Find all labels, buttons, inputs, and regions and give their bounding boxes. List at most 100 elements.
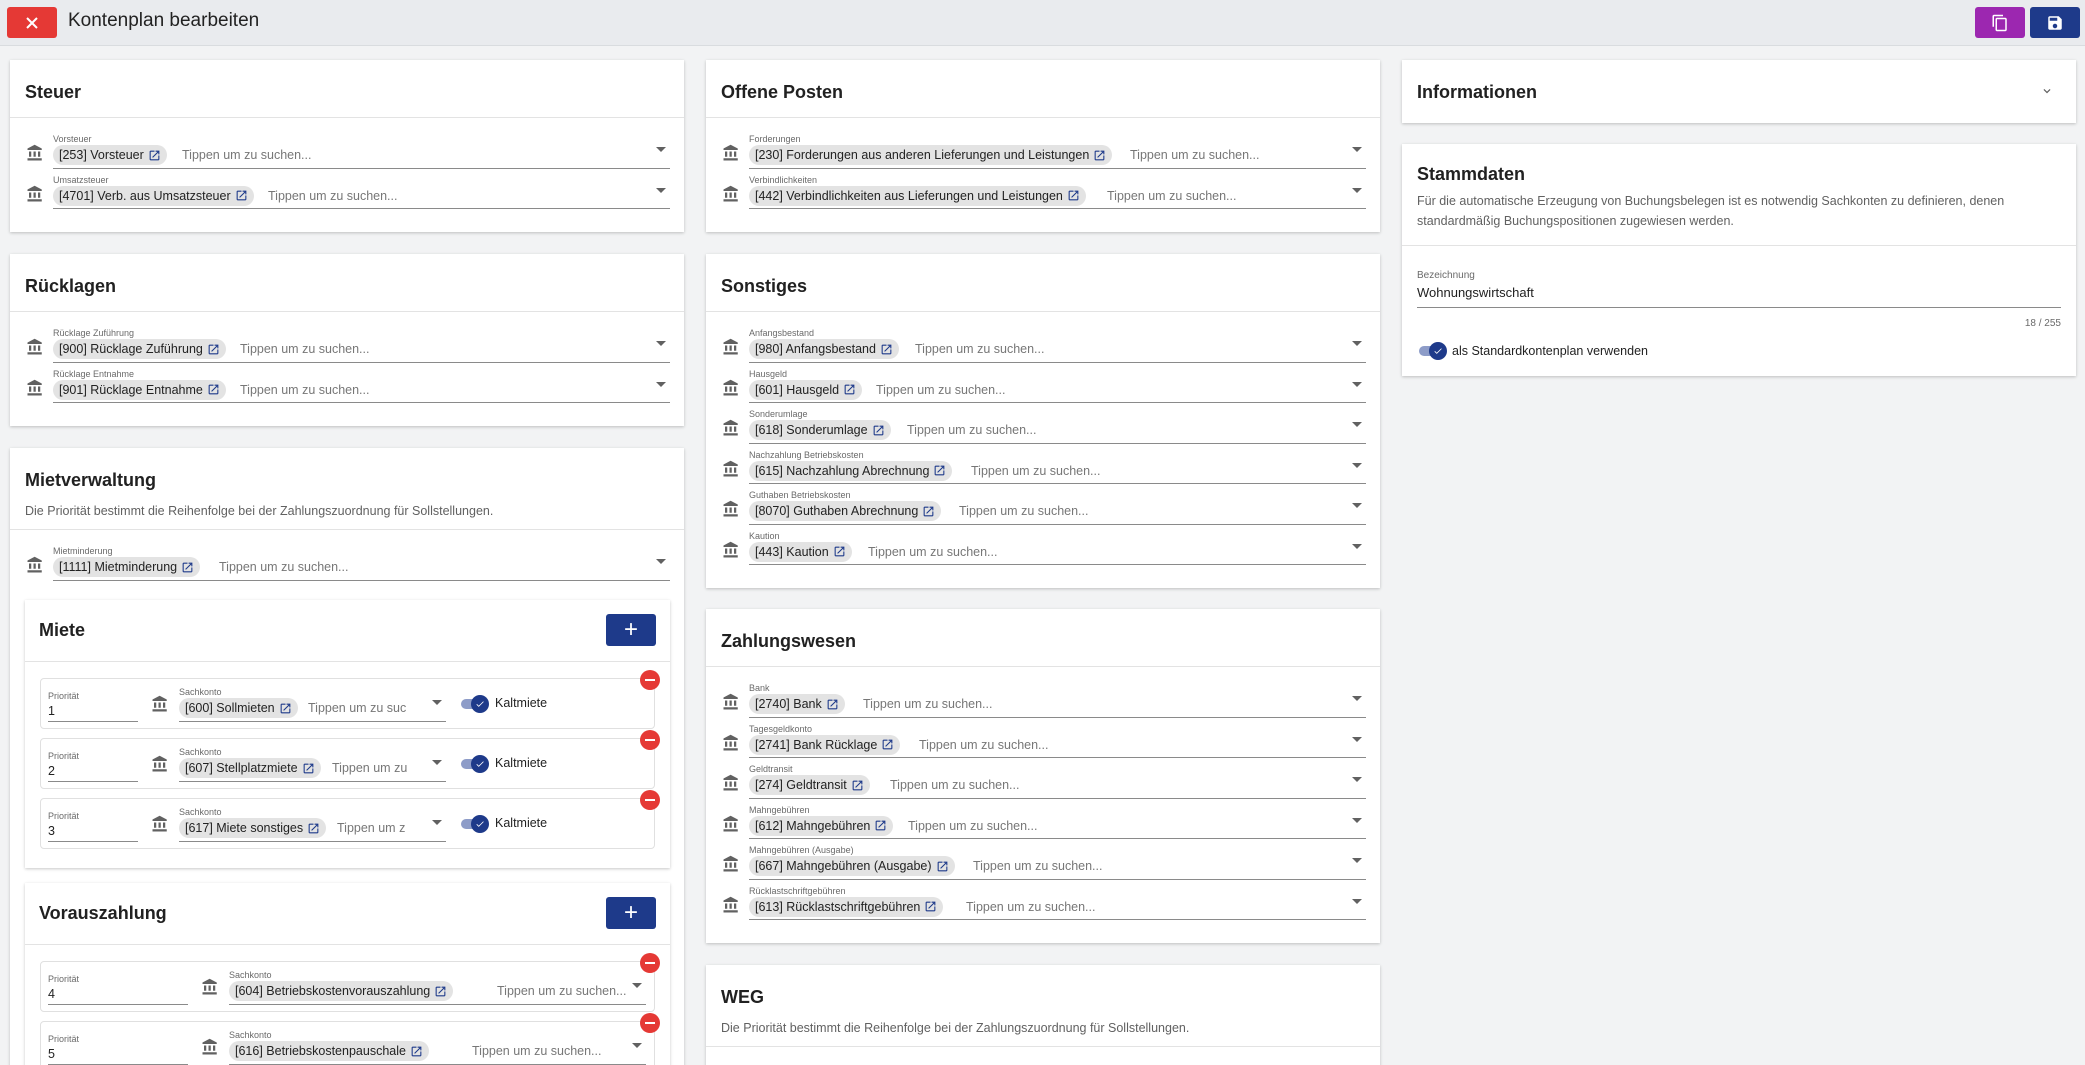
chevron-down-icon[interactable] — [1352, 898, 1362, 904]
account-chip[interactable]: [601] Hausgeld — [749, 379, 863, 400]
account-select[interactable]: Sachkonto [604] Betriebskostenvorauszahlu… — [229, 966, 646, 1005]
chevron-down-icon[interactable] — [656, 381, 666, 387]
open-in-new-icon[interactable] — [872, 424, 885, 437]
account-select[interactable]: Vorsteuer [253] Vorsteuer Tippen um zu suc… — [53, 130, 670, 169]
search-placeholder[interactable]: Tippen um zu suchen... — [472, 1044, 601, 1058]
search-placeholder[interactable]: Tippen um zu suchen... — [240, 383, 369, 397]
account-chip[interactable]: [616] Betriebskostenpauschale — [229, 1041, 429, 1061]
name-input[interactable]: Wohnungswirtschaft — [1417, 285, 1534, 300]
account-field-bank[interactable]: Bank [2740] Bank Tippen um zu suchen... — [720, 679, 1366, 720]
account-chip[interactable]: [612] Mahngebühren — [749, 815, 894, 836]
account-field-ruecklastschrift[interactable]: Rücklastschriftgebühren [613] Rücklastsch… — [720, 882, 1366, 923]
chevron-down-icon[interactable] — [1352, 187, 1362, 193]
open-in-new-icon[interactable] — [1067, 189, 1080, 202]
open-in-new-icon[interactable] — [207, 343, 220, 356]
priority-input[interactable]: 3 — [48, 824, 55, 838]
open-in-new-icon[interactable] — [924, 900, 937, 913]
account-chip[interactable]: [600] Sollmieten — [179, 698, 298, 718]
open-in-new-icon[interactable] — [1093, 149, 1106, 162]
account-field-mahngebuehren-ausgabe[interactable]: Mahngebühren (Ausgabe) [667] Mahngebühren… — [720, 841, 1366, 882]
search-placeholder[interactable]: Tippen um zu suchen... — [1130, 148, 1259, 162]
priority-input[interactable]: 5 — [48, 1047, 55, 1061]
chevron-down-icon[interactable] — [1352, 422, 1362, 427]
account-chip[interactable]: [8070] Guthaben Abrechnung — [749, 501, 942, 521]
remove-button[interactable] — [640, 1013, 660, 1033]
account-field-geldtransit[interactable]: Geldtransit [274] Geldtransit Tippen um zu… — [720, 760, 1366, 801]
account-select[interactable]: Kaution [443] Kaution Tippen um zu suchen.… — [749, 527, 1366, 565]
account-select[interactable]: Guthaben Betriebskosten [8070] Guthaben A… — [749, 486, 1366, 525]
priority-input[interactable]: 1 — [48, 704, 55, 718]
account-chip[interactable]: [604] Betriebskostenvorauszahlung — [229, 981, 454, 1001]
open-in-new-icon[interactable] — [843, 383, 856, 396]
chevron-down-icon[interactable] — [1352, 736, 1362, 742]
open-in-new-icon[interactable] — [410, 1045, 423, 1058]
account-chip[interactable]: [443] Kaution — [749, 541, 852, 562]
search-placeholder[interactable]: Tippen um zu suchen... — [219, 560, 348, 574]
account-chip[interactable]: [2740] Bank — [749, 694, 845, 714]
open-in-new-icon[interactable] — [922, 505, 935, 518]
search-placeholder[interactable]: Tippen um zu suchen... — [907, 423, 1036, 437]
kaltmiete-toggle[interactable] — [459, 755, 489, 773]
chevron-down-icon[interactable] — [432, 820, 442, 825]
account-field-guthaben[interactable]: Guthaben Betriebskosten [8070] Guthaben A… — [720, 486, 1366, 527]
chevron-down-icon[interactable] — [1352, 777, 1362, 782]
standard-toggle[interactable] — [1417, 342, 1447, 360]
open-in-new-icon[interactable] — [302, 762, 315, 775]
remove-button[interactable] — [640, 730, 660, 750]
account-select[interactable]: Rücklage Zuführung [900] Rücklage Zuführu… — [53, 324, 670, 363]
account-field-sonderumlage[interactable]: Sonderumlage [618] Sonderumlage Tippen um … — [720, 405, 1366, 446]
account-select[interactable]: Sachkonto [616] Betriebskostenpauschale Ti… — [229, 1026, 646, 1065]
account-select[interactable]: Tagesgeldkonto [2741] Bank Rücklage Tippen… — [749, 720, 1366, 758]
remove-button[interactable] — [640, 670, 660, 690]
account-field[interactable]: Sachkonto [607] Stellplatzmiete Tippen um … — [151, 739, 446, 790]
remove-button[interactable] — [640, 790, 660, 810]
open-in-new-icon[interactable] — [936, 860, 949, 873]
account-select[interactable]: Anfangsbestand [980] Anfangsbestand Tippen… — [749, 324, 1366, 363]
account-select[interactable]: Geldtransit [274] Geldtransit Tippen um zu… — [749, 760, 1366, 799]
chevron-down-icon[interactable] — [656, 147, 666, 152]
remove-button[interactable] — [640, 953, 660, 973]
account-chip[interactable]: [980] Anfangsbestand — [749, 339, 899, 359]
account-chip[interactable]: [274] Geldtransit — [749, 775, 870, 795]
account-field-vorsteuer[interactable]: Vorsteuer [253] Vorsteuer Tippen um zu suc… — [24, 130, 670, 171]
chevron-down-icon[interactable] — [1352, 696, 1362, 701]
search-placeholder[interactable]: Tippen um zu suchen... — [863, 697, 992, 711]
account-chip[interactable]: [230] Forderungen aus anderen Lieferunge… — [749, 145, 1113, 165]
search-placeholder[interactable]: Tippen um zu suchen... — [908, 819, 1037, 833]
account-chip[interactable]: [615] Nachzahlung Abrechnung — [749, 460, 953, 481]
chevron-down-icon[interactable] — [1352, 503, 1362, 508]
chevron-down-icon[interactable] — [1352, 817, 1362, 823]
priority-input[interactable]: 4 — [48, 987, 55, 1001]
chevron-down-icon[interactable] — [1352, 147, 1362, 152]
search-placeholder[interactable]: Tippen um zu suchen... — [868, 545, 997, 559]
search-placeholder[interactable]: Tippen um zu suchen... — [890, 778, 1019, 792]
chevron-down-icon[interactable] — [432, 700, 442, 705]
chevron-down-icon[interactable] — [632, 983, 642, 988]
account-field-mahngebuehren[interactable]: Mahngebühren [612] Mahngebühren Tippen um … — [720, 801, 1366, 842]
account-field-hausgeld[interactable]: Hausgeld [601] Hausgeld Tippen um zu suche… — [720, 365, 1366, 406]
open-in-new-icon[interactable] — [148, 149, 161, 162]
account-chip[interactable]: [607] Stellplatzmiete — [179, 758, 321, 778]
chevron-down-icon[interactable] — [656, 341, 666, 346]
account-field-anfangsbestand[interactable]: Anfangsbestand [980] Anfangsbestand Tippen… — [720, 324, 1366, 365]
informationen-header[interactable]: Informationen — [1402, 60, 2076, 123]
open-in-new-icon[interactable] — [207, 383, 220, 396]
account-select[interactable]: Rücklastschriftgebühren [613] Rücklastsch… — [749, 882, 1366, 920]
search-placeholder[interactable]: Tippen um zu suchen... — [915, 342, 1044, 356]
search-placeholder[interactable]: Tippen um zu suc — [308, 701, 413, 715]
copy-button[interactable] — [1975, 7, 2025, 38]
account-chip[interactable]: [613] Rücklastschriftgebühren — [749, 896, 944, 917]
search-placeholder[interactable]: Tippen um zu suchen... — [959, 504, 1088, 518]
account-chip[interactable]: [617] Miete sonstiges — [179, 818, 327, 838]
informationen-card[interactable]: Informationen — [1402, 60, 2076, 123]
search-placeholder[interactable]: Tippen um zu — [332, 761, 412, 775]
open-in-new-icon[interactable] — [235, 189, 248, 202]
open-in-new-icon[interactable] — [181, 561, 194, 574]
account-select[interactable]: Sachkonto [600] Sollmieten Tippen um zu su… — [179, 683, 446, 722]
search-placeholder[interactable]: Tippen um zu suchen... — [268, 189, 397, 203]
open-in-new-icon[interactable] — [874, 819, 887, 832]
search-placeholder[interactable]: Tippen um zu suchen... — [876, 383, 1005, 397]
priority-input[interactable]: 2 — [48, 764, 55, 778]
account-field-ruecklage-zufuehrung[interactable]: Rücklage Zuführung [900] Rücklage Zuführu… — [24, 324, 670, 365]
chevron-down-icon[interactable] — [1352, 381, 1362, 387]
